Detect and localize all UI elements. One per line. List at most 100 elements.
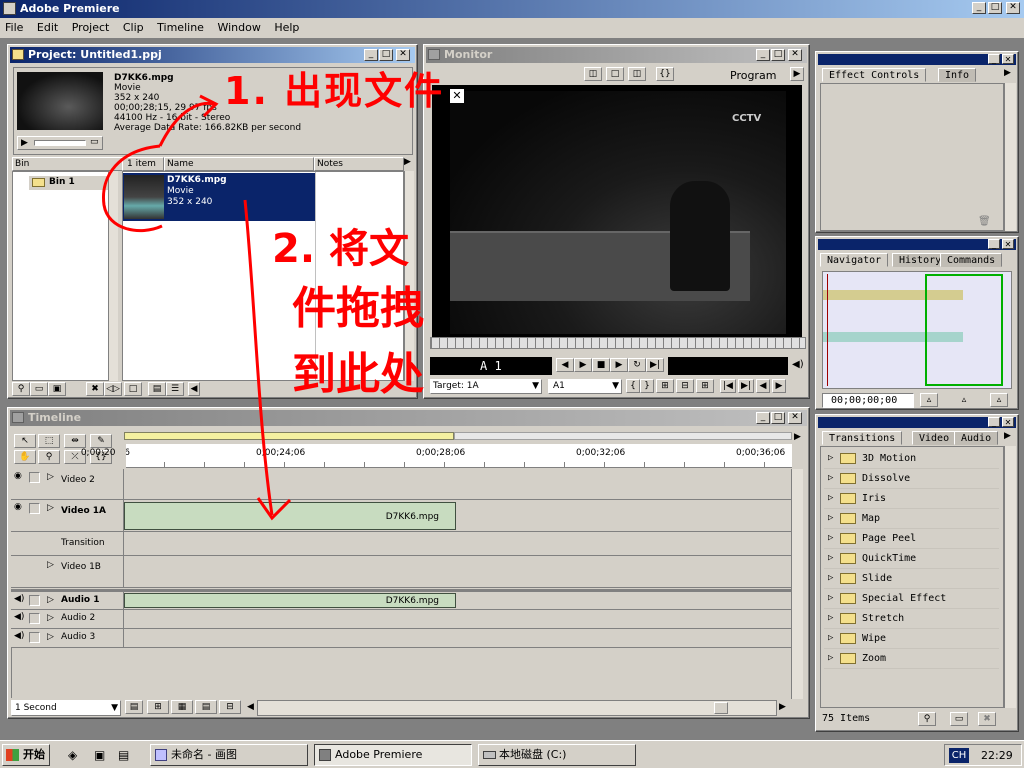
audio-clip[interactable]: D7KK6.mpg: [124, 593, 456, 608]
navigator-titlebar[interactable]: [818, 239, 1016, 250]
effects-trash-icon[interactable]: 🗑: [978, 216, 991, 227]
h-scroll-right-icon[interactable]: ▶: [779, 702, 786, 712]
play-inout-icon[interactable]: ▶|: [646, 358, 664, 372]
eye-icon[interactable]: ◉: [14, 472, 26, 482]
preview-play-icon[interactable]: ▶: [21, 138, 28, 148]
notes-column-header[interactable]: Notes: [314, 157, 404, 171]
zoom-dropdown-icon[interactable]: ▼: [111, 701, 118, 715]
menu-timeline[interactable]: Timeline: [157, 21, 204, 34]
transition-folder-slide[interactable]: ▷ Slide: [824, 569, 999, 589]
frame-forward-icon[interactable]: ▶: [772, 379, 786, 393]
scroll-left-icon[interactable]: ◀: [188, 382, 200, 396]
transition-folder-special-effect[interactable]: ▷ Special Effect: [824, 589, 999, 609]
audio-target-dropdown-icon[interactable]: ▼: [612, 380, 619, 393]
quicklaunch-desktop-icon[interactable]: ▣: [94, 748, 105, 762]
monitor-menu-arrow-icon[interactable]: ▶: [790, 67, 804, 81]
timeline-vscrollbar[interactable]: [791, 469, 803, 699]
zoom-select[interactable]: 1 Second ▼: [11, 700, 121, 716]
navigator-timecode[interactable]: 00;00;00;00: [822, 393, 914, 408]
audio-target-select[interactable]: A1 ▼: [548, 379, 622, 394]
step-forward-icon[interactable]: ▶: [574, 358, 592, 372]
transitions-menu-arrow-icon[interactable]: ▶: [1004, 431, 1011, 441]
preview-frame-icon[interactable]: ▭: [90, 137, 99, 147]
zoom-slider[interactable]: ▵: [942, 395, 986, 407]
transitions-scrollbar[interactable]: [1004, 446, 1016, 708]
effects-titlebar[interactable]: [818, 54, 1016, 65]
track-area-video1b[interactable]: [123, 556, 791, 587]
step-back-icon[interactable]: ◀: [556, 358, 574, 372]
speaker-icon[interactable]: ◀): [14, 613, 26, 623]
bin-scrollbar[interactable]: [108, 171, 118, 381]
monitor-titlebar[interactable]: Monitor: [426, 47, 807, 63]
track-video1b[interactable]: ▷ Video 1B: [11, 556, 791, 588]
loop-icon[interactable]: ↻: [628, 358, 646, 372]
taskbar-premiere[interactable]: Adobe Premiere: [314, 744, 472, 766]
audio-speaker-icon[interactable]: ◀): [792, 359, 804, 370]
transition-folder-wipe[interactable]: ▷ Wipe: [824, 629, 999, 649]
transitions-minimize-button[interactable]: _: [988, 417, 1000, 427]
lock-toggle[interactable]: [29, 595, 40, 606]
effects-scrollbar[interactable]: [1004, 83, 1016, 231]
target-dropdown-icon[interactable]: ▼: [532, 380, 539, 393]
timeline-hscrollbar[interactable]: [257, 700, 777, 716]
hand-tool-icon[interactable]: ✋: [14, 450, 36, 464]
speaker-icon[interactable]: ◀): [14, 632, 26, 642]
new-bin-icon[interactable]: ▭: [30, 382, 48, 396]
transition-folder-quicktime[interactable]: ▷ QuickTime: [824, 549, 999, 569]
single-view-icon[interactable]: □: [606, 67, 624, 81]
time-ruler[interactable]: 0;00;20;06 0;00;24;06 0;00;28;06 0;00;32…: [81, 444, 792, 468]
work-area-bar[interactable]: [124, 432, 454, 440]
delete-transition-icon[interactable]: ✖: [978, 712, 996, 726]
track-transition[interactable]: Transition: [11, 532, 791, 556]
tab-effect-controls[interactable]: Effect Controls: [822, 68, 927, 82]
lock-toggle[interactable]: [29, 503, 40, 514]
expand-icon[interactable]: ▷: [828, 493, 833, 503]
expand-icon[interactable]: ▷: [828, 453, 833, 463]
speaker-icon[interactable]: ◀): [14, 595, 26, 605]
expand-icon[interactable]: ▷: [47, 632, 54, 642]
timeline-maximize-button[interactable]: □: [771, 412, 785, 424]
timeline-close-button[interactable]: ✕: [788, 412, 802, 424]
monitor-close-button[interactable]: ✕: [788, 49, 802, 61]
effects-menu-arrow-icon[interactable]: ▶: [1004, 68, 1011, 78]
zoom-in-icon[interactable]: ▵: [990, 393, 1008, 407]
mark-out-icon[interactable]: }: [640, 379, 654, 393]
gang-icon[interactable]: {}: [656, 67, 674, 81]
expand-icon[interactable]: ▷: [828, 653, 833, 663]
app-minimize-button[interactable]: _: [972, 2, 986, 14]
thumbnail-view-icon[interactable]: ▤: [148, 382, 166, 396]
item-count-header[interactable]: 1 item: [122, 157, 164, 171]
taskbar-disk[interactable]: 本地磁盘 (C:): [478, 744, 636, 766]
expand-icon[interactable]: ▷: [47, 613, 54, 623]
range-select-tool-icon[interactable]: ⬚: [38, 434, 60, 448]
expand-icon[interactable]: ▷: [828, 513, 833, 523]
zoom-out-icon[interactable]: ▵: [920, 393, 938, 407]
name-column-header[interactable]: Name: [164, 157, 314, 171]
taskbar-paint[interactable]: 未命名 - 画图: [150, 744, 308, 766]
navigator-close-button[interactable]: ✕: [1002, 239, 1014, 249]
stop-icon[interactable]: ■: [592, 358, 610, 372]
dual-view-icon[interactable]: ◫: [584, 67, 602, 81]
tab-commands[interactable]: Commands: [940, 253, 1003, 267]
effects-minimize-button[interactable]: _: [988, 54, 1000, 64]
video-close-icon[interactable]: ✕: [450, 89, 464, 103]
transitions-close-button[interactable]: ✕: [1002, 417, 1014, 427]
overlay-icon[interactable]: ⊞: [696, 379, 714, 393]
track-audio3[interactable]: ◀) ▷ Audio 3: [11, 629, 791, 648]
menu-window[interactable]: Window: [217, 21, 260, 34]
selection-tool-icon[interactable]: ↖: [14, 434, 36, 448]
menu-project[interactable]: Project: [72, 21, 110, 34]
new-item-icon[interactable]: ▣: [48, 382, 66, 396]
lock-toggle[interactable]: [29, 472, 40, 483]
jog-display[interactable]: [668, 357, 788, 375]
frame-back-icon[interactable]: ◀: [756, 379, 770, 393]
nav-visible-area[interactable]: [925, 274, 1003, 386]
tab-audio[interactable]: Audio: [954, 431, 999, 445]
transition-folder-3d-motion[interactable]: ▷ 3D Motion: [824, 449, 999, 469]
transitions-titlebar[interactable]: [818, 417, 1016, 428]
transition-folder-iris[interactable]: ▷ Iris: [824, 489, 999, 509]
transition-folder-page-peel[interactable]: ▷ Page Peel: [824, 529, 999, 549]
expand-icon[interactable]: ▷: [47, 595, 54, 605]
shift-tracks-icon[interactable]: ▤: [195, 700, 217, 714]
delete-icon[interactable]: ✖: [86, 382, 104, 396]
